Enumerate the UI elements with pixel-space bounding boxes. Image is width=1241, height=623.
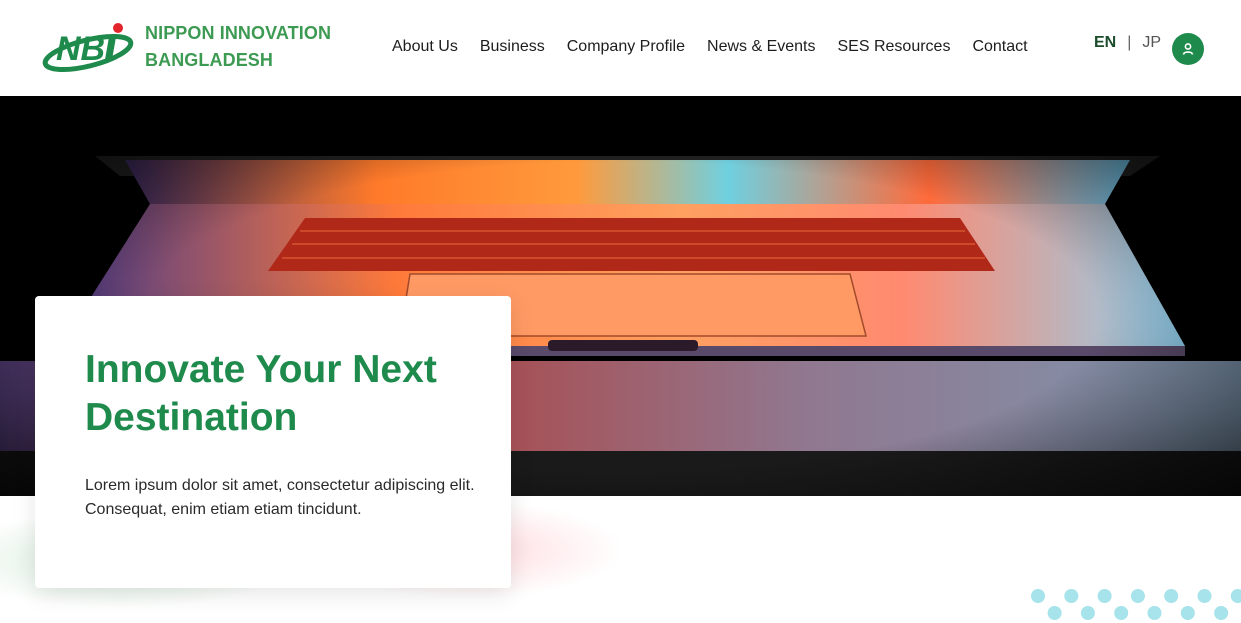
dot bbox=[1147, 606, 1162, 620]
decorative-dots bbox=[1028, 586, 1241, 623]
dot bbox=[1047, 606, 1062, 620]
brand-line-2: BANGLADESH bbox=[145, 50, 274, 70]
lang-divider: | bbox=[1127, 34, 1132, 51]
svg-text:NB: NB bbox=[56, 30, 105, 68]
logo-mark: NB bbox=[42, 23, 134, 73]
nbi-logo[interactable]: NB bbox=[42, 20, 138, 74]
user-account-button[interactable] bbox=[1172, 33, 1204, 65]
dots-pattern bbox=[1031, 589, 1241, 620]
dot bbox=[1080, 606, 1095, 620]
brand-line-1: NIPPON INNOVATION bbox=[145, 23, 332, 43]
lang-jp[interactable]: JP bbox=[1142, 34, 1161, 52]
nav-contact[interactable]: Contact bbox=[972, 36, 1027, 58]
nav-about-us[interactable]: About Us bbox=[392, 36, 458, 58]
dot bbox=[1130, 589, 1145, 603]
nav-news-events[interactable]: News & Events bbox=[707, 36, 815, 58]
nav-ses-resources[interactable]: SES Resources bbox=[838, 36, 951, 58]
hero-card: Innovate Your Next Destination Lorem ips… bbox=[35, 296, 511, 588]
dot bbox=[1031, 589, 1045, 603]
nav-business[interactable]: Business bbox=[480, 36, 545, 58]
user-icon bbox=[1182, 43, 1194, 55]
dot bbox=[1114, 606, 1129, 620]
dot bbox=[1097, 589, 1112, 603]
lang-en[interactable]: EN bbox=[1094, 34, 1116, 52]
hero-title: Innovate Your Next Destination bbox=[85, 348, 437, 439]
dot bbox=[1197, 589, 1212, 603]
dot bbox=[1164, 589, 1179, 603]
hero-description: Lorem ipsum dolor sit amet, consectetur … bbox=[85, 477, 475, 518]
nav-company-profile[interactable]: Company Profile bbox=[567, 36, 685, 58]
brand-name[interactable]: NIPPON INNOVATION BANGLADESH bbox=[145, 20, 331, 74]
dot bbox=[1230, 589, 1241, 603]
dot bbox=[1180, 606, 1195, 620]
language-switcher: EN | JP bbox=[1094, 34, 1161, 52]
dot bbox=[1214, 606, 1229, 620]
main-nav: About Us Business Company Profile News &… bbox=[392, 36, 1028, 58]
site-header: NB NIPPON INNOVATION BANGLADESH About Us… bbox=[0, 0, 1241, 96]
dot bbox=[1064, 589, 1079, 603]
